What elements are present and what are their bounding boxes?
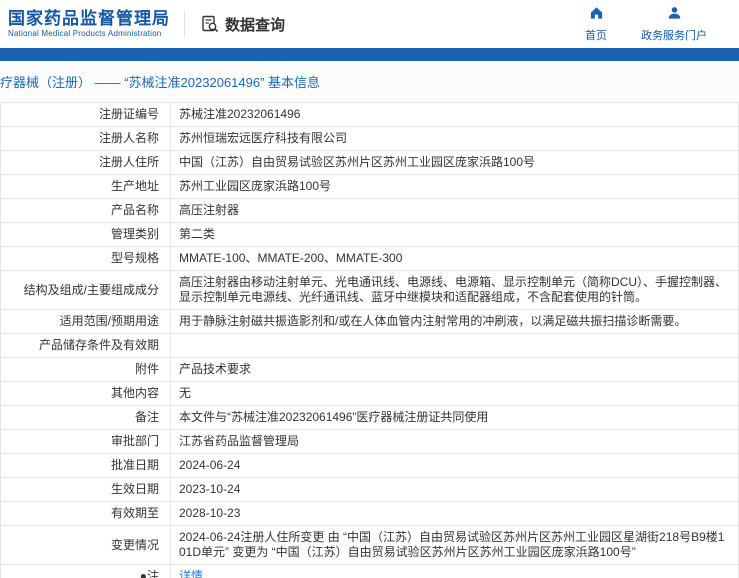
row-value: 详情 [170,564,739,578]
row-label: 注册人名称 [0,126,171,151]
row-label: 产品储存条件及有效期 [0,333,171,358]
row-label: 批准日期 [0,453,171,478]
row-label: 型号规格 [0,246,171,271]
table-row: 结构及组成/主要组成成分 高压注射器由移动注射单元、光电通讯线、电源线、电源箱、显… [0,270,739,310]
document-search-icon [201,15,220,34]
nav-portal-label: 政务服务门户 [641,29,707,42]
row-value: 无 [170,381,739,406]
nav-portal[interactable]: 政务服务门户 [641,6,707,43]
registration-info-table: 注册证编号 苏械注准20232061496 注册人名称 苏州恒瑞宏远医疗科技有限公司注… [0,102,739,578]
site-header: 国家药品监督管理局 National Medical Products Admi… [0,0,739,48]
row-label: 有效期至 [0,501,171,526]
row-label: 备注 [0,405,171,430]
table-row: ●注 详情 [0,564,739,578]
page: 国家药品监督管理局 National Medical Products Admi… [0,0,739,578]
row-label: 结构及组成/主要组成成分 [0,270,171,310]
row-label: 其他内容 [0,381,171,406]
table-row: 有效期至 2028-10-23 [0,501,739,526]
row-value: 苏械注准20232061496 [170,102,739,127]
table-row: 生效日期 2023-10-24 [0,477,739,502]
data-query-section[interactable]: 数据查询 [201,14,285,35]
table-row: 型号规格 MMATE-100、MMATE-200、MMATE-300 [0,246,739,271]
row-value: 2028-10-23 [170,501,739,526]
row-value: 江苏省药品监督管理局 [170,429,739,454]
top-nav: 首页 政务服务门户 [585,6,721,43]
table-row: 备注 本文件与“苏械注准20232061496”医疗器械注册证共同使用 [0,405,739,430]
row-label: 审批部门 [0,429,171,454]
row-label: 附件 [0,357,171,382]
row-value: 产品技术要求 [170,357,739,382]
table-row: 批准日期 2024-06-24 [0,453,739,478]
row-value: 本文件与“苏械注准20232061496”医疗器械注册证共同使用 [170,405,739,430]
row-value [170,333,739,358]
row-value: 2024-06-24 [170,453,739,478]
row-value: 第二类 [170,222,739,247]
table-row: 注册证编号 苏械注准20232061496 [0,102,739,127]
data-query-label: 数据查询 [225,16,286,34]
person-icon [667,6,682,25]
site-title: 国家药品监督管理局 [8,9,170,28]
table-row: 其他内容无 [0,381,739,406]
row-label: 变更情况 [0,525,171,565]
row-label: ●注 [0,564,171,578]
table-row: 适用范围/预期用途 用于静脉注射磁共振造影剂和/或在人体血管内注射常用的冲刷液，以… [0,309,739,334]
row-value: 高压注射器 [170,198,739,223]
table-row: 审批部门 江苏省药品监督管理局 [0,429,739,454]
nav-home-label: 首页 [585,29,607,42]
row-value: 2024-06-24注册人住所变更 由 “中国（江苏）自由贸易试验区苏州片区苏州… [170,525,739,565]
table-row: 变更情况 2024-06-24注册人住所变更 由 “中国（江苏）自由贸易试验区苏州… [0,525,739,565]
home-icon [589,6,604,25]
row-label: 管理类别 [0,222,171,247]
row-value: 中国（江苏）自由贸易试验区苏州片区苏州工业园区庞家浜路100号 [170,150,739,175]
table-row: 生产地址 苏州工业园区庞家浜路100号 [0,174,739,199]
page-title: 医疗器械（注册） —— “苏械注准20232061496” 基本信息 [0,75,321,90]
row-label: 适用范围/预期用途 [0,309,171,334]
row-label: 生效日期 [0,477,171,502]
header-divider [184,11,185,37]
table-row: 产品名称 高压注射器 [0,198,739,223]
row-value: 用于静脉注射磁共振造影剂和/或在人体血管内注射常用的冲刷液，以满足磁共振扫描诊断… [170,309,739,334]
site-subtitle: National Medical Products Administration [8,29,162,38]
table-row: 附件 产品技术要求 [0,357,739,382]
row-value: 高压注射器由移动注射单元、光电通讯线、电源线、电源箱、显示控制单元（简称DCU）… [170,270,739,310]
row-label: 注册人住所 [0,150,171,175]
detail-link[interactable]: 详情 [179,569,203,578]
nav-home[interactable]: 首页 [585,6,607,43]
row-label: 注册证编号 [0,102,171,127]
blue-bar [0,48,739,61]
table-row: 注册人住所 中国（江苏）自由贸易试验区苏州片区苏州工业园区庞家浜路100号 [0,150,739,175]
table-row: 产品储存条件及有效期 [0,333,739,358]
row-label: 产品名称 [0,198,171,223]
row-value: MMATE-100、MMATE-200、MMATE-300 [170,246,739,271]
page-title-bar: 医疗器械（注册） —— “苏械注准20232061496” 基本信息 [0,61,739,102]
table-row: 管理类别 第二类 [0,222,739,247]
row-value: 苏州工业园区庞家浜路100号 [170,174,739,199]
row-label: 生产地址 [0,174,171,199]
table-row: 注册人名称 苏州恒瑞宏远医疗科技有限公司 [0,126,739,151]
row-value: 2023-10-24 [170,477,739,502]
row-value: 苏州恒瑞宏远医疗科技有限公司 [170,126,739,151]
site-logo[interactable]: 国家药品监督管理局 National Medical Products Admi… [8,9,170,39]
